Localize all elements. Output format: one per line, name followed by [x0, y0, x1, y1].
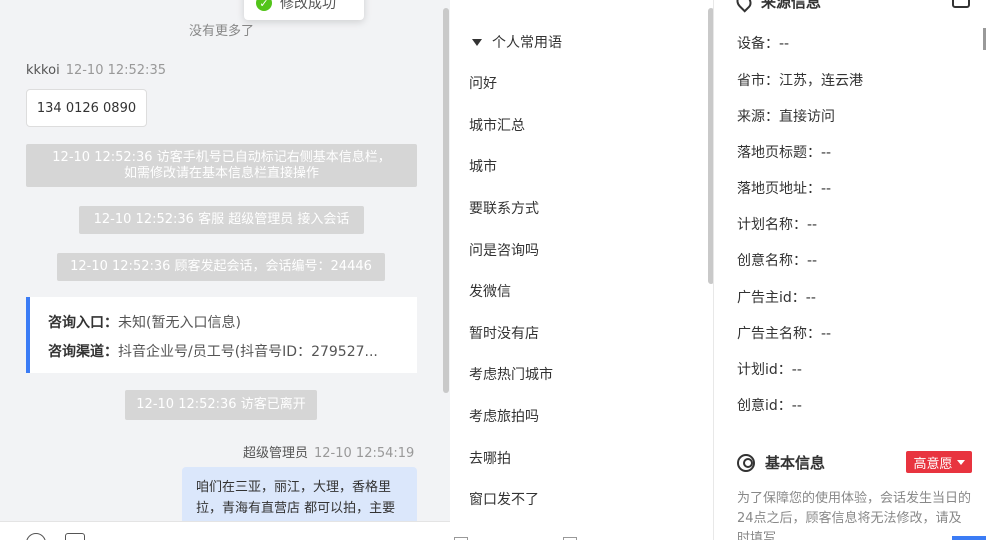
phrase-item[interactable]: 去哪拍: [469, 448, 511, 468]
intent-level-label: 高意愿: [913, 456, 953, 472]
visitor-message: 134 0126 0890: [26, 89, 147, 127]
phrase-item[interactable]: 要联系方式: [469, 198, 539, 218]
source-info-title: 来源信息: [761, 0, 822, 11]
basic-info-header: 基本信息: [737, 452, 825, 473]
phrase-item[interactable]: 窗口发不了: [469, 489, 539, 509]
agent-time: 12-10 12:54:19: [314, 446, 415, 461]
basic-info-title: 基本信息: [765, 454, 826, 472]
submit-button-edge[interactable]: [952, 536, 986, 540]
consult-info-card: 咨询入口：未知(暂无入口信息) 咨询渠道：抖音企业号/员工号(抖音号ID：279…: [26, 297, 417, 373]
phrases-scrollbar[interactable]: [708, 8, 713, 284]
agent-name: 超级管理员: [243, 446, 309, 461]
phrase-item[interactable]: 问是咨询吗: [469, 240, 539, 260]
user-icon: [737, 453, 755, 472]
system-message: 12-10 12:52:36 访客手机号已自动标记右侧基本信息栏，如需修改请在基…: [26, 144, 417, 187]
chat-toolbar: [0, 521, 450, 540]
intent-level-dropdown[interactable]: 高意愿: [906, 451, 972, 473]
info-row: 广告主名称：--: [737, 326, 832, 342]
app-root: 没有更多了 kkkoi 12-10 12:52:35 134 0126 0890 …: [0, 0, 986, 540]
no-more-label: 没有更多了: [188, 24, 254, 39]
phrase-item[interactable]: 暂时没有店: [469, 323, 539, 343]
phrases-footer: [450, 521, 713, 540]
agent-header: 超级管理员 12-10 12:54:19: [243, 442, 414, 461]
edit-icon[interactable]: [952, 0, 970, 8]
info-row: 省市：江苏，连云港: [737, 73, 863, 89]
system-message: 12-10 12:52:36 客服 超级管理员 接入会话: [79, 206, 364, 234]
consult-channel-label: 咨询渠道：: [48, 344, 118, 360]
phrase-item[interactable]: 城市: [469, 156, 497, 176]
info-row: 设备：--: [737, 36, 790, 52]
caret-down-icon: [956, 459, 965, 465]
phrase-item[interactable]: 问好: [469, 73, 497, 93]
phrase-item[interactable]: 考虑旅拍吗: [469, 406, 539, 426]
consult-entry-row: 咨询入口：未知(暂无入口信息): [48, 309, 399, 338]
customer-info-panel: 来源信息 设备：-- 省市：江苏，连云港 来源：直接访问 落地页标题：-- 落地…: [715, 0, 986, 540]
toast-text: 修改成功: [280, 0, 336, 12]
info-row: 来源：直接访问: [737, 109, 835, 125]
edit-notice: 为了保障您的使用体验，会话发生当日的24点之后，顾客信息将无法修改，请及时填写: [737, 491, 972, 540]
check-circle-icon: ✓: [256, 0, 272, 11]
phrase-group-header[interactable]: 个人常用语: [472, 32, 562, 52]
info-row: 计划名称：--: [737, 217, 818, 233]
chat-panel: 没有更多了 kkkoi 12-10 12:52:35 134 0126 0890 …: [0, 0, 450, 540]
visitor-header: kkkoi 12-10 12:52:35: [26, 63, 166, 78]
info-row: 计划id：--: [737, 362, 802, 378]
common-phrases-panel: 个人常用语 问好 城市汇总 城市 要联系方式 问是咨询吗 发微信 暂时没有店 考…: [450, 0, 714, 540]
phrase-group-label: 个人常用语: [492, 35, 562, 51]
info-row: 创意id：--: [737, 398, 802, 414]
info-row: 落地页地址：--: [737, 181, 832, 197]
visitor-time: 12-10 12:52:35: [65, 63, 166, 78]
emoji-icon[interactable]: [26, 533, 46, 540]
info-row: 落地页标题：--: [737, 145, 832, 161]
consult-channel-row: 咨询渠道：抖音企业号/员工号(抖音号ID：279527...: [48, 338, 399, 367]
location-pin-icon: [733, 0, 755, 13]
consult-entry-label: 咨询入口：: [48, 315, 118, 331]
phrase-item[interactable]: 考虑热门城市: [469, 364, 553, 384]
info-row: 广告主id：--: [737, 290, 816, 306]
system-message: 12-10 12:52:36 顾客发起会话，会话编号：24446: [57, 253, 385, 281]
source-info-header: 来源信息: [733, 0, 822, 13]
phrase-item[interactable]: 城市汇总: [469, 115, 525, 135]
phrase-item[interactable]: 发微信: [469, 281, 511, 301]
consult-entry-value: 未知(暂无入口信息): [118, 315, 241, 331]
caret-down-icon: [472, 38, 482, 46]
info-row: 创意名称：--: [737, 253, 818, 269]
system-message: 12-10 12:52:36 访客已离开: [125, 390, 317, 420]
consult-channel-value: 抖音企业号/员工号(抖音号ID：279527...: [118, 344, 378, 360]
image-icon[interactable]: [65, 533, 85, 540]
success-toast: ✓ 修改成功: [244, 0, 364, 20]
visitor-name: kkkoi: [26, 63, 60, 78]
chat-scrollbar[interactable]: [443, 8, 449, 393]
